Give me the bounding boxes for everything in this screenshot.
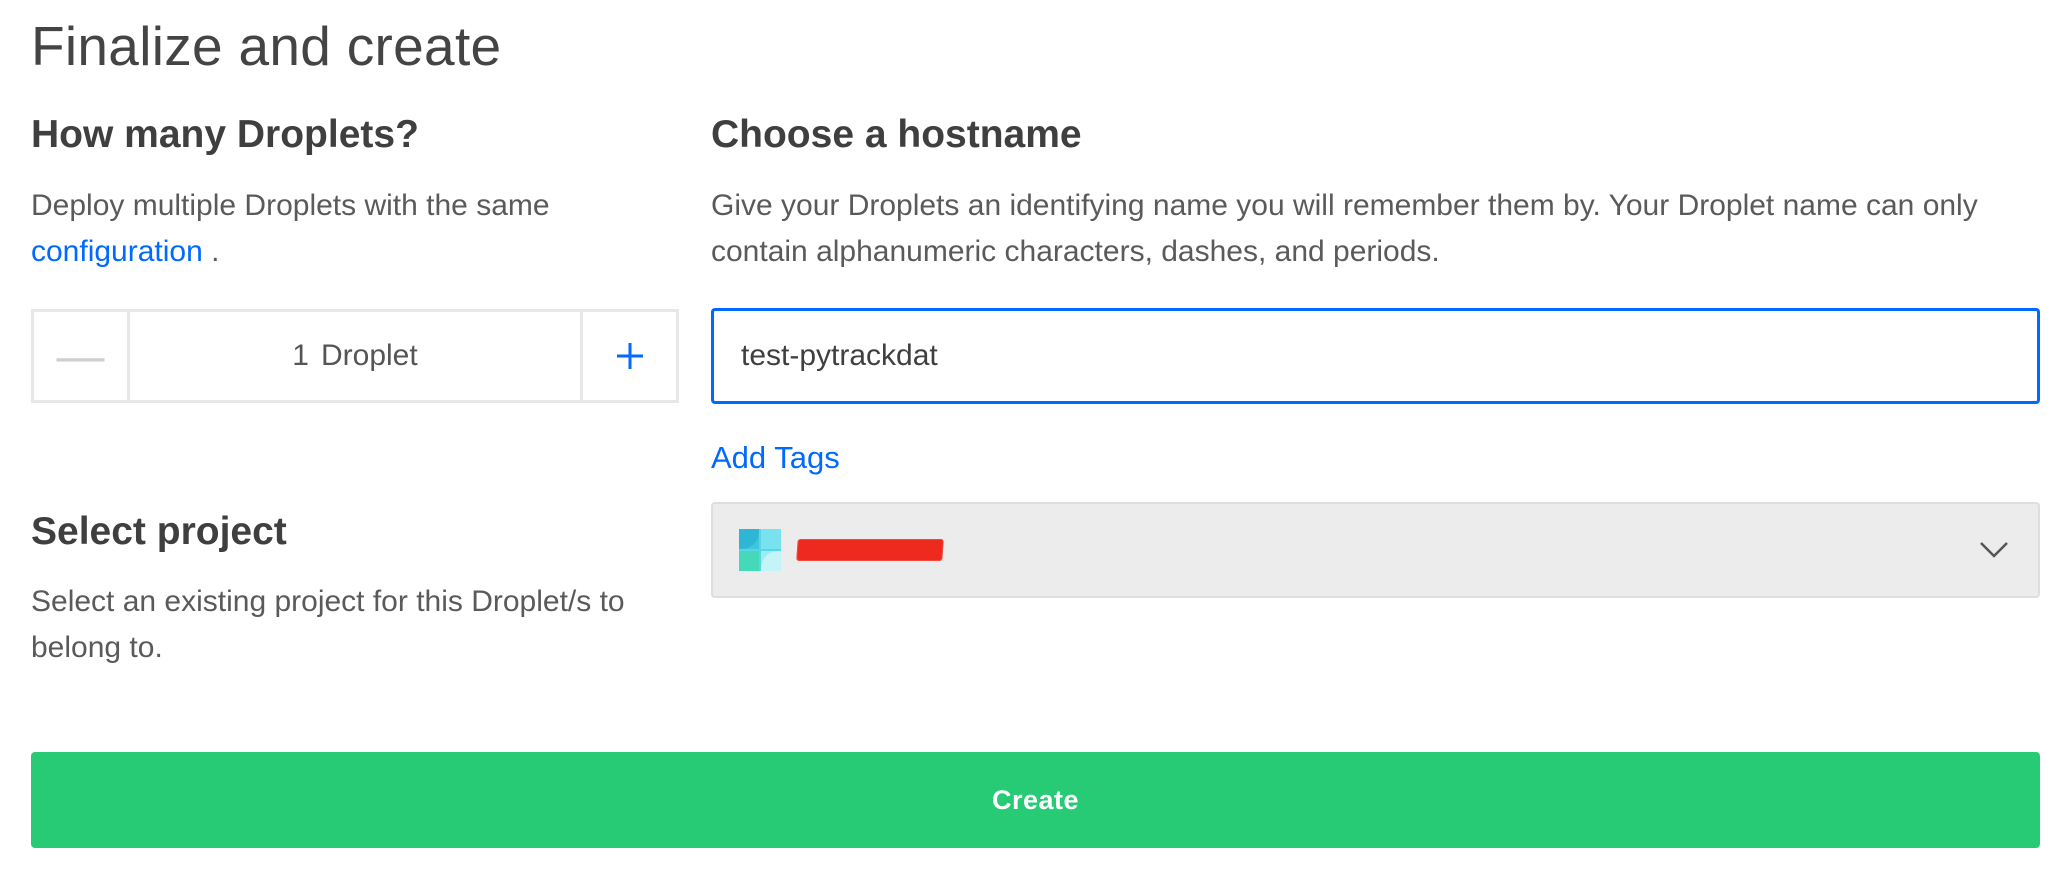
page-title: Finalize and create [31,15,502,77]
droplet-quantity-unit: Droplet [320,339,418,372]
configuration-link[interactable]: configuration [31,235,203,268]
droplet-count-heading: How many Droplets? [31,113,419,156]
droplet-quantity-value: 1 [292,339,309,372]
droplet-count-description: Deploy multiple Droplets with the same co… [31,183,671,275]
hostname-heading: Choose a hostname [711,113,1082,156]
increment-button[interactable] [580,312,676,400]
droplet-count-description-text: Deploy multiple Droplets with the same [31,189,550,222]
select-project-description: Select an existing project for this Drop… [31,585,625,664]
hostname-description: Give your Droplets an identifying name y… [711,189,1978,268]
decrement-button[interactable]: — [34,312,130,400]
configuration-link-suffix: . [202,235,220,268]
select-project-heading: Select project [31,510,287,553]
add-tags-link[interactable]: Add Tags [711,440,840,476]
droplet-quantity-display: 1 Droplet [130,312,580,400]
project-select-dropdown[interactable] [711,502,2040,598]
chevron-down-icon[interactable] [1977,533,2011,567]
hostname-input[interactable] [711,308,2040,404]
droplet-quantity-stepper: — 1 Droplet [31,309,679,403]
plus-icon [616,343,643,369]
project-icon [739,529,781,571]
create-button[interactable]: Create [31,752,2040,848]
project-name-redacted [796,539,944,561]
minus-icon: — [56,329,105,383]
